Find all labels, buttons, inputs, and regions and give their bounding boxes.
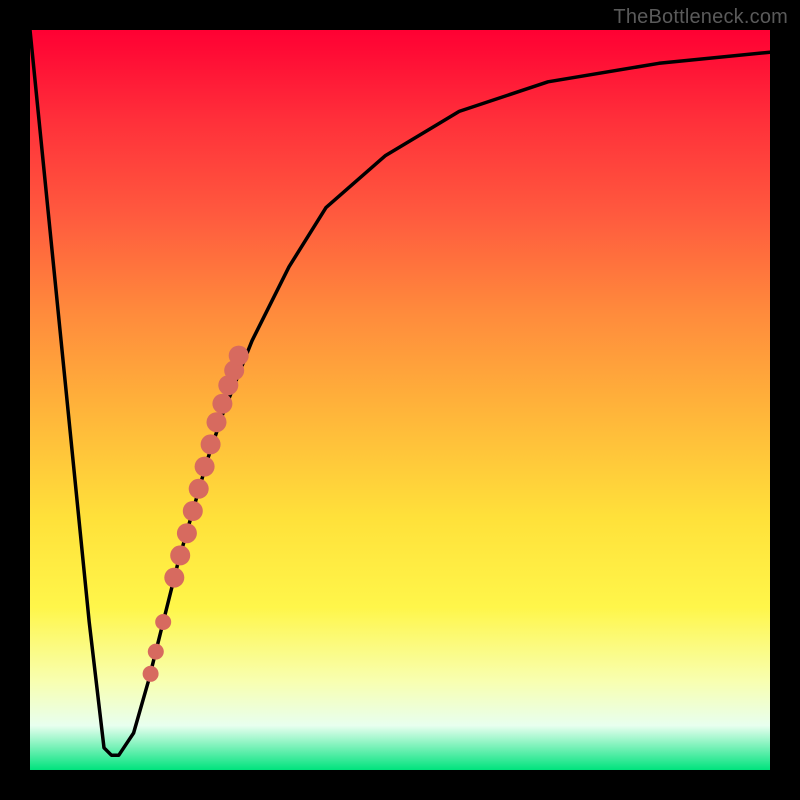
highlight-dot (189, 479, 209, 499)
highlight-dots-group (143, 346, 249, 682)
highlight-dot (170, 545, 190, 565)
highlight-dot (229, 346, 249, 366)
chart-frame: TheBottleneck.com (0, 0, 800, 800)
bottleneck-curve (30, 30, 770, 755)
highlight-dot (148, 644, 164, 660)
plot-area (30, 30, 770, 770)
highlight-dot (212, 394, 232, 414)
watermark-text: TheBottleneck.com (613, 6, 788, 29)
highlight-dot (207, 412, 227, 432)
highlight-dot (183, 501, 203, 521)
highlight-dot (201, 434, 221, 454)
highlight-dot (164, 568, 184, 588)
highlight-dot (195, 457, 215, 477)
highlight-dot (155, 614, 171, 630)
highlight-dot (177, 523, 197, 543)
curve-svg (30, 30, 770, 770)
highlight-dot (143, 666, 159, 682)
